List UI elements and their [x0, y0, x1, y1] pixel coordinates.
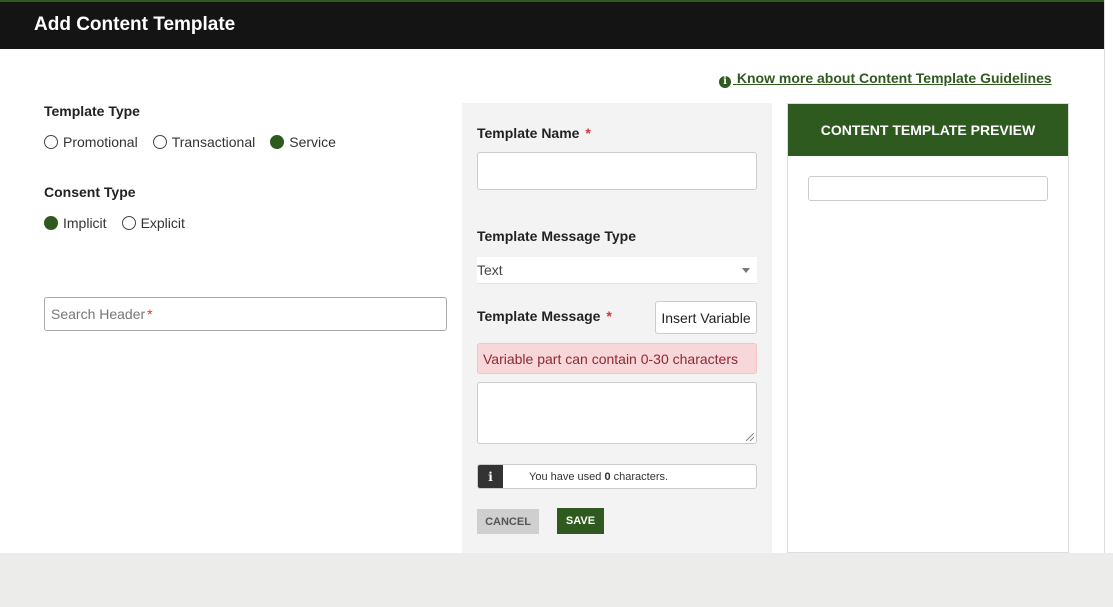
- radio-indicator[interactable]: [152, 135, 167, 149]
- template-name-input[interactable]: [477, 152, 757, 190]
- preview-title: CONTENT TEMPLATE PREVIEW: [788, 104, 1068, 156]
- radio-implicit[interactable]: Implicit: [44, 215, 107, 231]
- radio-service[interactable]: Service: [270, 134, 336, 150]
- consent-type-label: Consent Type: [44, 184, 136, 200]
- save-button[interactable]: SAVE: [557, 508, 604, 534]
- search-header-placeholder: Search Header: [51, 306, 146, 322]
- preview-message-box: [808, 176, 1048, 201]
- template-name-label: Template Name *: [477, 125, 591, 141]
- radio-transactional[interactable]: Transactional: [152, 134, 256, 150]
- radio-label: Explicit: [140, 215, 185, 231]
- radio-indicator[interactable]: [44, 135, 58, 149]
- radio-label: Promotional: [63, 134, 138, 150]
- search-header-input[interactable]: Search Header *: [44, 297, 447, 331]
- cancel-button[interactable]: CANCEL: [477, 509, 539, 534]
- template-message-label: Template Message *: [477, 308, 612, 324]
- page-title: Add Content Template: [0, 2, 1104, 49]
- preview-panel: CONTENT TEMPLATE PREVIEW: [787, 103, 1069, 553]
- message-type-label: Template Message Type: [477, 228, 636, 244]
- character-counter-text: You have used 0 characters.: [503, 471, 668, 483]
- message-type-select[interactable]: Text: [477, 257, 757, 284]
- scrollbar[interactable]: [1104, 0, 1113, 553]
- character-counter: i You have used 0 characters.: [477, 464, 757, 489]
- required-mark: *: [606, 308, 612, 324]
- required-mark: *: [585, 125, 591, 141]
- template-type-label: Template Type: [44, 103, 140, 119]
- caret-down-icon: [742, 267, 750, 273]
- info-circle-icon: i: [719, 76, 731, 88]
- template-type-group: Promotional Transactional Service: [44, 134, 351, 150]
- template-message-textarea[interactable]: [477, 382, 757, 444]
- counter-count: 0: [604, 470, 611, 483]
- template-name-label-text: Template Name: [477, 125, 580, 141]
- counter-prefix: You have used: [529, 470, 602, 483]
- radio-label: Service: [289, 134, 336, 150]
- guidelines-link-text[interactable]: Know more about Content Template Guideli…: [737, 70, 1052, 86]
- resize-handle-icon[interactable]: [746, 433, 754, 441]
- radio-explicit[interactable]: Explicit: [121, 215, 185, 231]
- message-type-value: Text: [477, 262, 503, 278]
- insert-variable-button[interactable]: Insert Variable: [655, 301, 757, 334]
- counter-suffix: characters.: [613, 470, 669, 483]
- consent-type-group: Implicit Explicit: [44, 215, 200, 231]
- radio-indicator-selected[interactable]: [44, 216, 58, 230]
- variable-alert: Variable part can contain 0-30 character…: [477, 343, 757, 374]
- info-icon: i: [478, 465, 503, 488]
- radio-label: Transactional: [171, 134, 256, 150]
- template-message-label-text: Template Message: [477, 308, 601, 324]
- required-mark: *: [147, 306, 153, 322]
- radio-indicator-selected[interactable]: [270, 135, 285, 149]
- radio-indicator[interactable]: [121, 216, 136, 230]
- radio-label: Implicit: [63, 215, 107, 231]
- radio-promotional[interactable]: Promotional: [44, 134, 138, 150]
- guidelines-link[interactable]: i Know more about Content Template Guide…: [719, 70, 1052, 88]
